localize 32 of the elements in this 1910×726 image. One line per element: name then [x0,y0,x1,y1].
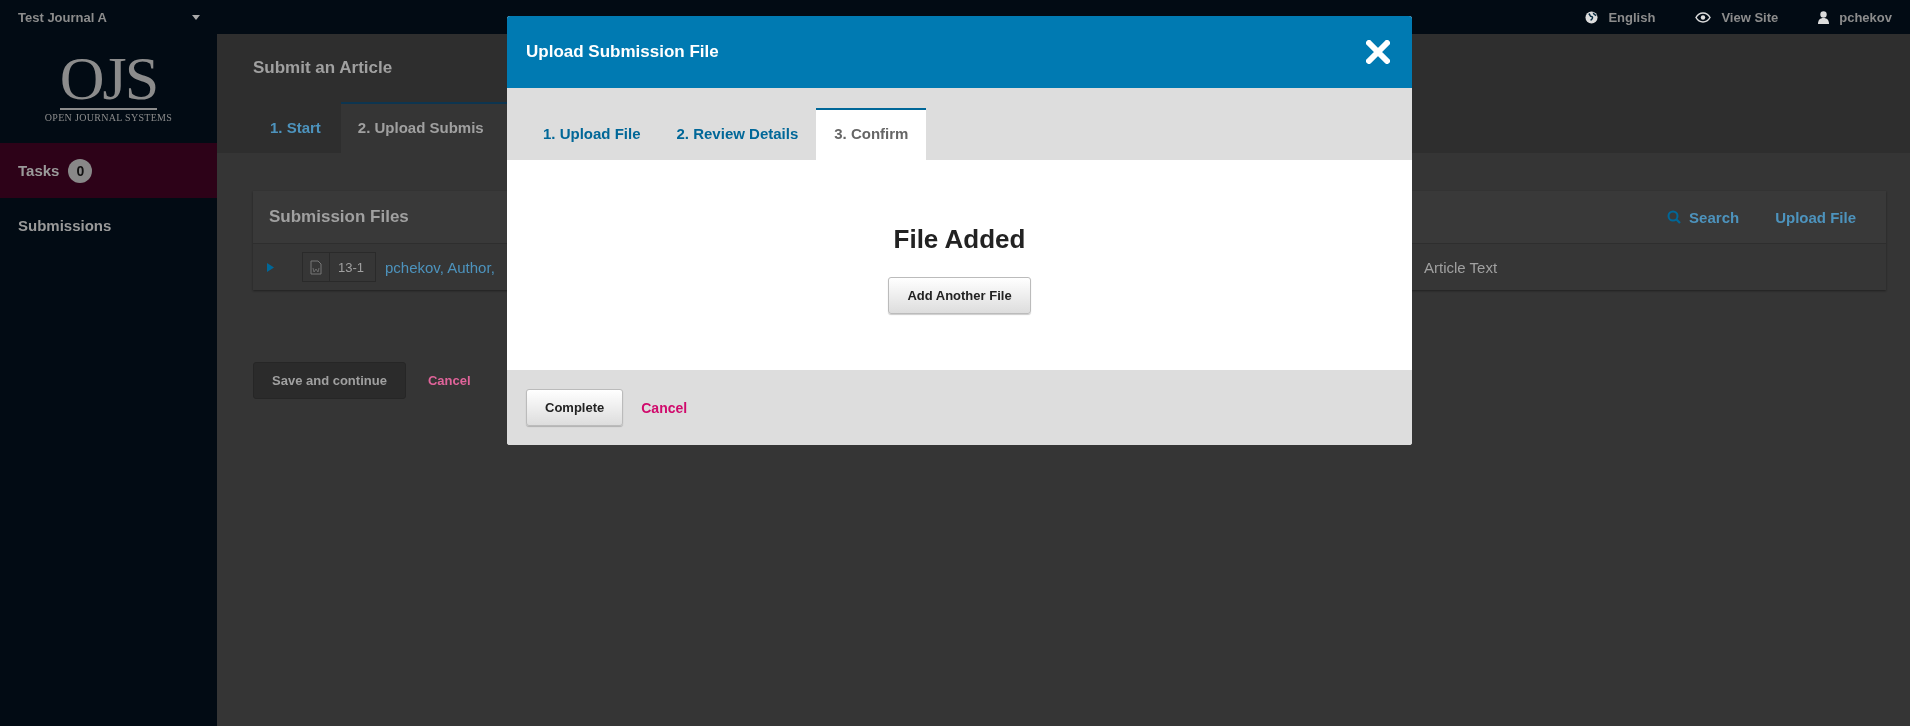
search-link[interactable]: Search [1667,208,1740,226]
step-tab[interactable]: 1. Start [253,102,341,153]
cancel-link[interactable]: Cancel [427,373,471,388]
upload-file-link[interactable]: Upload File [1775,208,1856,226]
file-component: Article Text [1424,258,1499,276]
user-icon [1818,10,1830,24]
user-menu-link[interactable]: pchekov [1818,9,1892,25]
sidebar-item[interactable]: Submissions [0,198,217,253]
eye-icon [1695,11,1712,23]
view-site-link[interactable]: View Site [1695,9,1779,25]
dialog-title: Upload Submission File [526,42,719,62]
caret-icon[interactable] [192,14,200,20]
file-id-badge: 13-1 [302,252,376,282]
close-icon[interactable] [1366,40,1390,64]
ojs-logo: OJS OPEN JOURNAL SYSTEMS [43,48,174,123]
journal-switcher[interactable]: Test Journal A [18,9,107,25]
step-tab[interactable]: 2. Review Details [658,108,817,160]
globe-icon [1585,10,1599,24]
sidebar-item[interactable]: Tasks 0 [0,143,217,198]
page-title: Submit an Article [253,58,394,78]
language-link[interactable]: English [1585,9,1656,25]
step-tab[interactable]: 3. Confirm [816,108,927,160]
panel-title: Submission Files [269,207,409,227]
document-icon [310,259,322,275]
add-file-button[interactable]: Add Another File [888,277,1031,314]
complete-button[interactable]: Complete [526,389,624,426]
cancel-link[interactable]: Cancel [641,399,688,416]
file-name-link[interactable]: pchekov, Author, [385,258,495,276]
count-badge: 0 [68,158,93,183]
status-heading: File Added [893,224,1026,255]
search-icon [1667,210,1682,224]
save-continue-button[interactable]: Save and continue [253,362,406,399]
